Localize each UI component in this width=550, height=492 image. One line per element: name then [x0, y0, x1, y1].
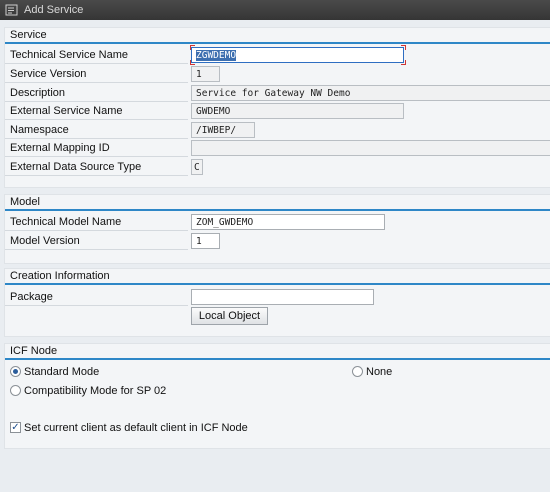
- service-group-title: Service: [5, 28, 550, 44]
- service-version-field[interactable]: 1: [191, 66, 220, 82]
- external-data-source-type-label: External Data Source Type: [5, 159, 188, 176]
- external-mapping-id-label: External Mapping ID: [5, 140, 188, 157]
- description-field[interactable]: Service for Gateway NW Demo: [191, 85, 550, 101]
- model-version-label: Model Version: [5, 233, 188, 250]
- technical-service-name-field[interactable]: ZGWDEMO: [191, 47, 404, 63]
- edit-document-icon: [5, 4, 19, 16]
- technical-model-name-field[interactable]: ZOM_GWDEMO: [191, 214, 385, 230]
- standard-mode-label: Standard Mode: [24, 366, 100, 378]
- external-mapping-id-field[interactable]: [191, 140, 550, 156]
- creation-information-group-title: Creation Information: [5, 269, 550, 285]
- compatibility-mode-label: Compatibility Mode for SP 02: [24, 385, 167, 397]
- default-client-label: Set current client as default client in …: [24, 422, 248, 434]
- focus-corner: [190, 60, 195, 65]
- focus-corner: [401, 45, 406, 50]
- description-label: Description: [5, 85, 188, 102]
- standard-mode-radio[interactable]: [10, 366, 21, 377]
- external-data-source-type-field[interactable]: C: [191, 159, 203, 175]
- window-titlebar: Add Service: [0, 0, 550, 20]
- creation-information-group: Creation Information Package Local Objec…: [4, 268, 550, 337]
- compatibility-mode-radio[interactable]: [10, 385, 21, 396]
- default-client-checkbox[interactable]: ✓: [10, 422, 21, 433]
- icf-node-group: ICF Node Standard Mode None Compatibilit…: [4, 343, 550, 449]
- external-service-name-label: External Service Name: [5, 103, 188, 120]
- model-version-field[interactable]: 1: [191, 233, 220, 249]
- icf-node-group-title: ICF Node: [5, 344, 550, 360]
- focus-corner: [190, 45, 195, 50]
- namespace-label: Namespace: [5, 122, 188, 139]
- window-title: Add Service: [24, 4, 84, 16]
- service-group: Service Technical Service Name ZGWDEMO S…: [4, 27, 550, 188]
- package-field[interactable]: [191, 289, 374, 305]
- service-version-label: Service Version: [5, 66, 188, 83]
- technical-service-name-label: Technical Service Name: [5, 47, 188, 64]
- none-radio[interactable]: [352, 366, 363, 377]
- focus-corner: [401, 60, 406, 65]
- model-group-title: Model: [5, 195, 550, 211]
- package-label: Package: [5, 289, 188, 306]
- none-label: None: [366, 366, 393, 378]
- local-object-button[interactable]: Local Object: [191, 307, 268, 325]
- namespace-field[interactable]: /IWBEP/: [191, 122, 255, 138]
- model-group: Model Technical Model Name ZOM_GWDEMO Mo…: [4, 194, 550, 264]
- technical-model-name-label: Technical Model Name: [5, 214, 188, 231]
- external-service-name-field[interactable]: GWDEMO: [191, 103, 404, 119]
